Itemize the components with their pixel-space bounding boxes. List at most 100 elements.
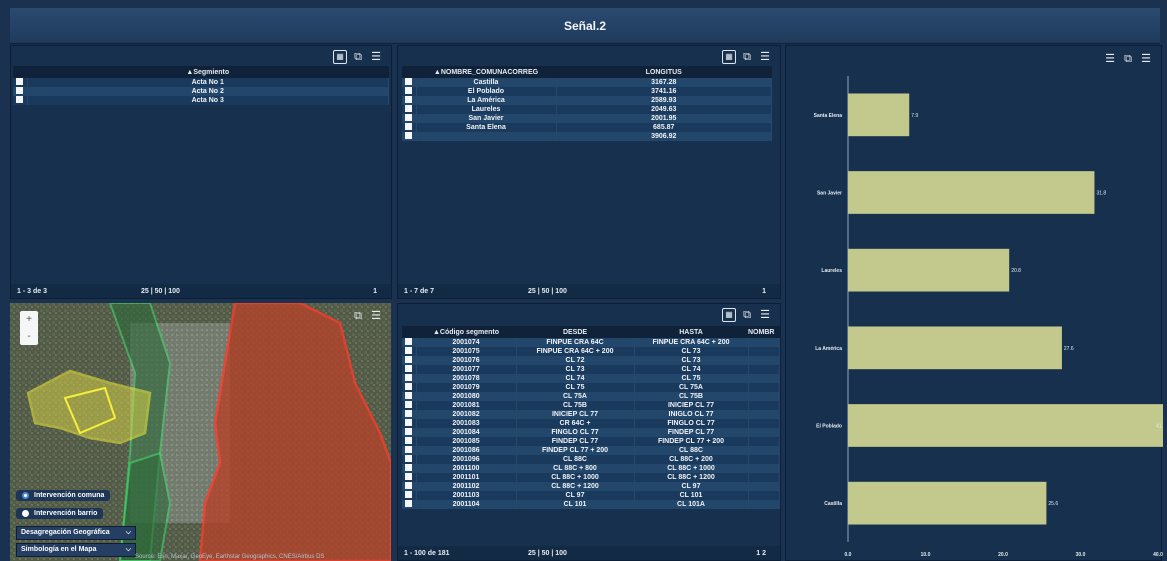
link-icon[interactable]: ⧉ (740, 308, 754, 322)
table-row[interactable]: 2001096 CL 88C CL 88C + 200 (402, 455, 780, 464)
row-checkbox[interactable] (16, 78, 24, 85)
table-row[interactable]: 2001080 CL 75A CL 75B (402, 392, 780, 401)
row-checkbox[interactable] (405, 401, 413, 408)
radio-icon[interactable] (22, 510, 29, 517)
row-checkbox[interactable] (405, 464, 413, 471)
column-header[interactable]: DESDE (516, 326, 634, 338)
column-header[interactable]: HASTA (634, 326, 748, 338)
column-header[interactable]: NOMBR (748, 326, 780, 338)
table-row[interactable]: 2001102 CL 88C + 1200 CL 97 (402, 482, 780, 491)
table-row[interactable]: 2001104 CL 101 CL 101A (402, 500, 780, 509)
row-checkbox[interactable] (405, 87, 413, 94)
row-checkbox[interactable] (405, 132, 413, 139)
table-row[interactable]: Acta No 1 (13, 78, 389, 87)
satellite-map[interactable] (10, 303, 391, 561)
row-checkbox[interactable] (405, 446, 413, 453)
table-row[interactable]: Acta No 3 (13, 96, 389, 105)
column-header[interactable]: ▲Segmiento (27, 66, 389, 78)
row-checkbox[interactable] (405, 410, 413, 417)
table-row[interactable]: Acta No 2 (13, 87, 389, 96)
table-row[interactable]: 2001081 CL 75B INICIEP CL 77 (402, 401, 780, 410)
table-row[interactable]: 2001074 FINPUE CRA 64C FINPUE CRA 64C + 20… (402, 338, 780, 347)
row-checkbox[interactable] (405, 491, 413, 498)
row-checkbox[interactable] (405, 356, 413, 363)
row-checkbox[interactable] (405, 428, 413, 435)
row-checkbox[interactable] (405, 437, 413, 444)
page-size-selector[interactable]: 25 | 50 | 100 (141, 288, 180, 295)
simbologia-select[interactable]: Simbología en el Mapa ⌵ (16, 543, 136, 557)
bar[interactable] (848, 93, 910, 137)
table-row[interactable]: 2001103 CL 97 CL 101 (402, 491, 780, 500)
column-header[interactable]: ▲Código segmento (416, 326, 516, 338)
row-checkbox[interactable] (405, 482, 413, 489)
table-row[interactable]: 2001077 CL 73 CL 74 (402, 365, 780, 374)
table-row[interactable]: La América 2589.93 (402, 96, 772, 105)
table-view-icon[interactable]: ▦ (722, 308, 736, 322)
row-checkbox[interactable] (16, 87, 24, 94)
table-row[interactable]: San Javier 2001.95 (402, 114, 772, 123)
table-view-icon[interactable]: ▦ (722, 50, 736, 64)
table-row[interactable]: 2001101 CL 88C + 1000 CL 88C + 1200 (402, 473, 780, 482)
row-checkbox[interactable] (405, 365, 413, 372)
column-header[interactable]: LONGITUS (556, 66, 772, 78)
table-row[interactable]: 2001086 FINDEP CL 77 + 200 CL 88C (402, 446, 780, 455)
filter-icon[interactable]: ☰ (758, 50, 772, 64)
filter-icon[interactable]: ☰ (369, 50, 383, 64)
row-checkbox[interactable] (405, 114, 413, 121)
link-icon[interactable]: ⧉ (351, 50, 365, 64)
row-checkbox[interactable] (405, 383, 413, 390)
filter-icon[interactable]: ☰ (369, 309, 383, 323)
row-checkbox[interactable] (405, 455, 413, 462)
column-header[interactable]: ▲NOMBRE_COMUNACORREG (416, 66, 556, 78)
table-row[interactable]: Santa Elena 685.87 (402, 123, 772, 132)
row-checkbox[interactable] (405, 123, 413, 130)
page-number[interactable]: 1 2 (756, 550, 766, 557)
row-checkbox[interactable] (405, 338, 413, 345)
table-row[interactable]: 2001100 CL 88C + 800 CL 88C + 1000 (402, 464, 780, 473)
page-number[interactable]: 1 (373, 288, 377, 295)
table-row[interactable]: 2001078 CL 74 CL 75 (402, 374, 780, 383)
table-view-icon[interactable]: ▦ (333, 50, 347, 64)
table-row[interactable]: 2001079 CL 75 CL 75A (402, 383, 780, 392)
row-checkbox[interactable] (405, 105, 413, 112)
table-row[interactable]: 2001085 FINDEP CL 77 FINDEP CL 77 + 200 (402, 437, 780, 446)
desagregacion-select[interactable]: Desagregación Geográfica ⌵ (16, 526, 136, 540)
table-row[interactable]: 2001076 CL 72 CL 73 (402, 356, 780, 365)
table-row[interactable]: Castilla 3167.28 (402, 78, 772, 87)
link-icon[interactable]: ⧉ (351, 309, 365, 323)
bar[interactable] (848, 404, 1163, 447)
table-row[interactable]: 2001075 FINPUE CRA 64C + 200 CL 73 (402, 347, 780, 356)
table-cell (748, 401, 780, 410)
option-intervencion-barrio[interactable]: Intervención barrio (16, 508, 104, 519)
row-checkbox[interactable] (405, 374, 413, 381)
bar[interactable] (848, 248, 1010, 292)
row-checkbox[interactable] (405, 78, 413, 85)
page-size-selector[interactable]: 25 | 50 | 100 (528, 550, 567, 557)
row-checkbox[interactable] (405, 473, 413, 480)
bar[interactable] (848, 481, 1047, 525)
table-row[interactable]: 3906.92 (402, 132, 772, 141)
row-checkbox[interactable] (405, 347, 413, 354)
option-intervencion-comuna[interactable]: Intervención comuna (16, 490, 111, 501)
row-checkbox[interactable] (405, 96, 413, 103)
bar[interactable] (848, 171, 1095, 214)
radio-selected-icon[interactable] (22, 492, 29, 499)
table-cell: CL 75 (516, 383, 635, 392)
link-icon[interactable]: ⧉ (740, 50, 754, 64)
page-size-selector[interactable]: 25 | 50 | 100 (528, 288, 567, 295)
filter-icon[interactable]: ☰ (758, 308, 772, 322)
row-checkbox[interactable] (16, 96, 24, 103)
row-checkbox[interactable] (405, 392, 413, 399)
zoom-in-button[interactable]: + (26, 311, 32, 328)
bar[interactable] (848, 326, 1062, 370)
table-row[interactable]: 2001084 FINGLO CL 77 FINDEP CL 77 (402, 428, 780, 437)
row-checkbox[interactable] (405, 500, 413, 507)
table-row[interactable]: 2001082 INICIEP CL 77 INIGLO CL 77 (402, 410, 780, 419)
zoom-out-button[interactable]: - (27, 328, 30, 345)
map-view[interactable]: + - ⧉ ☰ Intervención comuna Intervención… (10, 303, 391, 561)
table-row[interactable]: El Poblado 3741.16 (402, 87, 772, 96)
row-checkbox[interactable] (405, 419, 413, 426)
page-number[interactable]: 1 (762, 288, 766, 295)
table-row[interactable]: 2001083 CR 64C + FINGLO CL 77 (402, 419, 780, 428)
table-row[interactable]: Laureles 2049.63 (402, 105, 772, 114)
